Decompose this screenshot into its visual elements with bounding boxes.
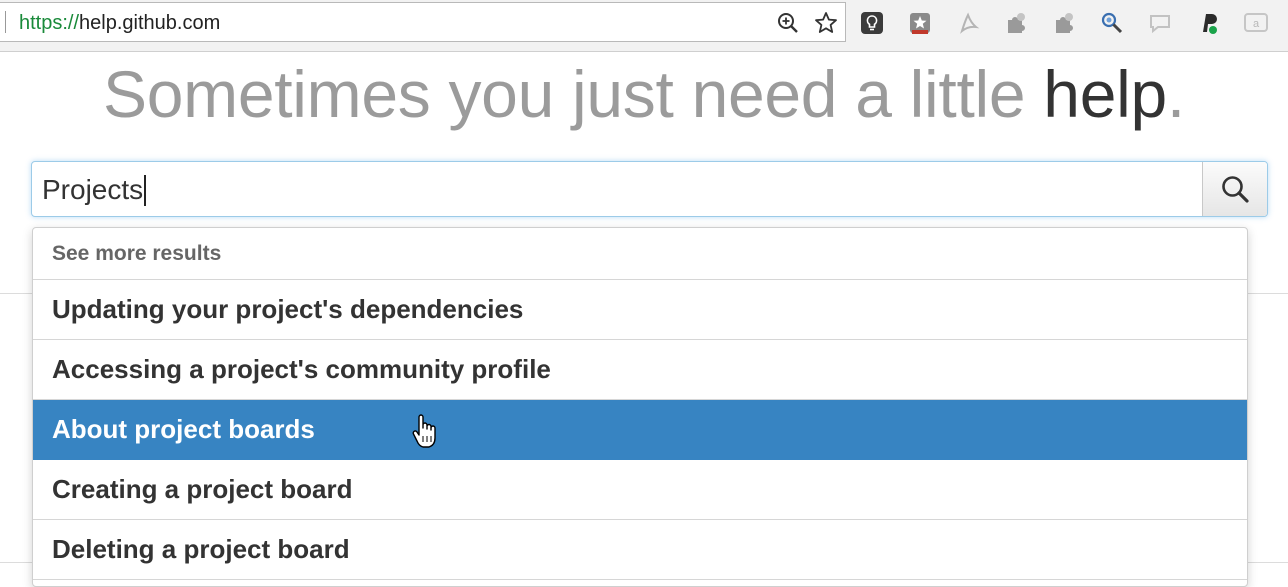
search-button[interactable]: [1202, 162, 1267, 216]
pdf-extension-icon[interactable]: [955, 10, 981, 36]
suggestion-item[interactable]: Deleting a project board: [33, 520, 1247, 580]
puzzle-extension-icon-2[interactable]: [1051, 10, 1077, 36]
page-headline: Sometimes you just need a little help.: [0, 56, 1288, 132]
suggestion-item-active[interactable]: About project boards: [33, 400, 1247, 460]
headline-strong-text: help: [1043, 57, 1167, 131]
zoom-icon[interactable]: [776, 11, 800, 35]
search-box: Projects: [31, 161, 1268, 217]
see-more-label: See more results: [52, 241, 222, 265]
suggestion-label: Updating your project's dependencies: [52, 294, 524, 324]
puzzle-extension-icon[interactable]: [1003, 10, 1029, 36]
text-caret: [144, 174, 146, 206]
amazon-extension-icon[interactable]: a: [1243, 10, 1269, 36]
see-more-results-link[interactable]: See more results: [33, 228, 1247, 280]
url-scheme: https://: [19, 12, 80, 34]
search-suggestions-dropdown: See more results Updating your project's…: [32, 227, 1248, 587]
suggestion-item[interactable]: Updating your project's dependencies: [33, 280, 1247, 340]
headline-light-text: Sometimes you just need a little: [103, 57, 1026, 131]
search-bug-extension-icon[interactable]: [1099, 10, 1125, 36]
hand-pointer-cursor-icon: [412, 414, 436, 448]
paypal-extension-icon[interactable]: [1195, 10, 1221, 36]
address-bar-edge: [5, 11, 6, 33]
url-host: help.github.com: [79, 12, 221, 34]
suggestion-item[interactable]: Creating a project board: [33, 460, 1247, 520]
svg-text:a: a: [1253, 18, 1260, 30]
search-icon: [1222, 176, 1249, 203]
bookmark-star-icon[interactable]: [814, 11, 838, 35]
chat-extension-icon[interactable]: [1147, 10, 1173, 36]
address-bar[interactable]: https://help.github.com: [0, 2, 846, 42]
suggestion-item[interactable]: Accessing a project's community profile: [33, 340, 1247, 400]
search-input[interactable]: Projects: [42, 174, 146, 206]
headline-period: .: [1166, 57, 1185, 131]
lightbulb-extension-icon[interactable]: [859, 10, 885, 36]
suggestion-label: Accessing a project's community profile: [52, 354, 551, 384]
suggestion-label: Creating a project board: [52, 474, 353, 504]
badge-extension-icon[interactable]: [907, 10, 933, 36]
suggestion-label: About project boards: [52, 414, 315, 444]
url-text[interactable]: https://help.github.com: [19, 12, 220, 35]
browser-toolbar: https://help.github.com a: [0, 0, 1288, 52]
search-input-value: Projects: [42, 174, 144, 205]
suggestion-label: Deleting a project board: [52, 534, 350, 564]
